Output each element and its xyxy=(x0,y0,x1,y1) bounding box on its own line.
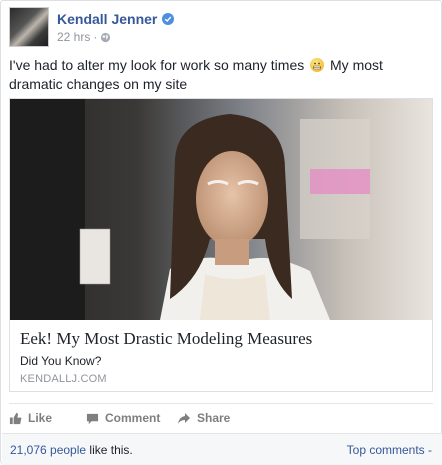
author-row: Kendall Jenner xyxy=(57,10,175,28)
link-domain: KENDALLJ.COM xyxy=(20,373,107,385)
facebook-post: Kendall Jenner 22 hrs · I've had to alte… xyxy=(0,0,442,465)
thumbs-up-icon xyxy=(9,412,22,424)
post-timestamp[interactable]: 22 hrs xyxy=(57,30,90,44)
post-message: I've had to alter my look for work so ma… xyxy=(9,56,433,94)
share-arrow-icon xyxy=(178,412,190,424)
verified-badge-icon xyxy=(162,13,175,25)
comment-label: Comment xyxy=(105,411,161,425)
author-avatar[interactable] xyxy=(9,7,49,47)
grimacing-face-emoji-icon xyxy=(310,58,325,72)
comment-button[interactable]: Comment xyxy=(86,411,160,425)
action-bar: Like Comment Share xyxy=(9,403,433,432)
share-button[interactable]: Share xyxy=(177,411,230,425)
link-description: Did You Know? xyxy=(20,354,102,368)
link-caption[interactable]: Eek! My Most Drastic Modeling Measures D… xyxy=(10,320,432,391)
like-button[interactable]: Like xyxy=(9,411,52,425)
post-message-part1: I've had to alter my look for work so ma… xyxy=(9,57,305,73)
author-name[interactable]: Kendall Jenner xyxy=(57,11,157,27)
link-preview-image[interactable] xyxy=(10,99,432,320)
link-preview-card[interactable]: Eek! My Most Drastic Modeling Measures D… xyxy=(9,98,433,392)
post-header: Kendall Jenner 22 hrs · xyxy=(9,7,429,47)
share-label: Share xyxy=(197,411,231,425)
like-label: Like xyxy=(28,411,53,425)
like-summary: 21,076 people like this. xyxy=(10,443,133,457)
comment-bubble-icon xyxy=(86,413,99,424)
like-summary-suffix: like this. xyxy=(89,443,133,457)
like-count-link[interactable]: 21,076 people xyxy=(10,443,86,457)
post-footer: 21,076 people like this. Top comments - xyxy=(2,433,442,465)
top-comments-toggle[interactable]: Top comments - xyxy=(347,443,432,457)
post-meta: 22 hrs · xyxy=(57,30,111,44)
public-globe-icon[interactable] xyxy=(100,32,111,43)
meta-separator: · xyxy=(93,30,98,44)
link-title[interactable]: Eek! My Most Drastic Modeling Measures xyxy=(20,329,312,349)
